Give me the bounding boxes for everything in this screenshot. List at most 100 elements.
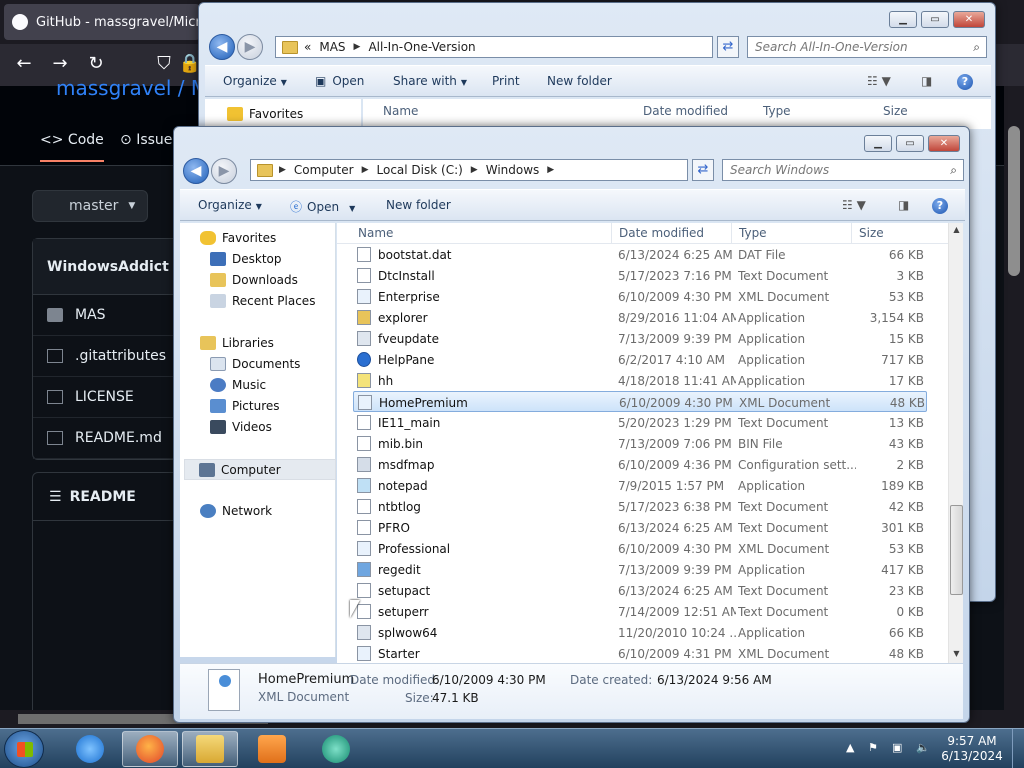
file-row[interactable]: msdfmap 6/10/2009 4:36 PM Configuration se… [353,454,927,475]
file-row[interactable]: bootstat.dat 6/13/2024 6:25 AM DAT File 66 … [353,244,927,265]
repo-file-row[interactable]: MAS [33,295,191,336]
tab-code[interactable]: <> Code [40,132,104,162]
scrollbar-thumb[interactable] [1008,126,1020,276]
nav-recent-places[interactable]: Recent Places [210,294,315,308]
taskbar-media-player[interactable] [244,731,300,767]
help-icon[interactable]: ? [932,198,948,214]
breadcrumb-separator-icon[interactable]: ▶ [354,42,361,52]
file-row[interactable]: setuperr 7/14/2009 12:51 AM Text Document 0… [353,601,927,622]
taskbar-internet-explorer[interactable] [62,731,118,767]
breadcrumb-mas[interactable]: MAS [319,40,345,54]
tab-issues[interactable]: ⊙ Issue [120,132,172,148]
maximize-button[interactable]: ▭ [896,135,924,152]
taskbar-windows-explorer[interactable] [182,731,238,767]
open-button[interactable]: ▣ Open [315,74,364,88]
file-row[interactable]: PFRO 6/13/2024 6:25 AM Text Document 301 KB [353,517,927,538]
file-row[interactable]: Professional 6/10/2009 4:30 PM XML Documen… [353,538,927,559]
breadcrumb-separator-icon[interactable]: ▶ [547,165,554,175]
browser-tab[interactable]: GitHub - massgravel/Microsoft [4,4,200,40]
nav-libraries[interactable]: Libraries [200,336,274,350]
column-header-name[interactable]: Name [358,226,393,240]
file-list-vertical-scrollbar[interactable]: ▲ ▼ [948,223,963,663]
column-header-type[interactable]: Type [739,226,767,240]
view-options-icon[interactable]: ☷ ▼ [842,198,866,212]
branch-selector[interactable]: master ▼ [32,190,148,222]
show-desktop-button[interactable] [1012,729,1024,768]
maximize-button[interactable]: ▭ [921,11,949,28]
column-divider[interactable] [731,223,732,244]
repo-file-row[interactable]: README.md [33,418,191,459]
column-header-date-modified[interactable]: Date modified [619,226,704,240]
breadcrumb-separator-icon[interactable]: ▶ [362,165,369,175]
taskbar-app[interactable] [308,731,364,767]
back-arrow-icon[interactable]: ← [12,52,36,76]
search-input[interactable]: Search Windows ⌕ [722,159,964,181]
forward-button[interactable]: ▶ [211,158,237,184]
share-with-button[interactable]: Share with ▼ [393,74,467,88]
start-button[interactable] [4,730,44,768]
repo-file-row[interactable]: .gitattributes [33,336,191,377]
minimize-button[interactable]: ▁ [864,135,892,152]
file-row[interactable]: splwow64 11/20/2010 10:24 ... Application 6… [353,622,927,643]
file-row[interactable]: DtcInstall 5/17/2023 7:16 PM Text Document… [353,265,927,286]
file-row[interactable]: explorer 8/29/2016 11:04 AM Application 3,1… [353,307,927,328]
volume-muted-icon[interactable]: 🔈 [916,741,930,754]
file-row[interactable]: Enterprise 6/10/2009 4:30 PM XML Document 5… [353,286,927,307]
column-divider[interactable] [851,223,852,244]
breadcrumb-computer[interactable]: Computer [294,163,354,177]
scroll-up-icon[interactable]: ▲ [949,225,964,234]
repo-file-row[interactable]: LICENSE [33,377,191,418]
new-folder-button[interactable]: New folder [386,198,451,212]
column-header-name[interactable]: Name [383,104,418,118]
file-row[interactable]: mib.bin 7/13/2009 7:06 PM BIN File 43 KB [353,433,927,454]
search-icon[interactable]: ⌕ [950,163,957,178]
column-header-date-modified[interactable]: Date modified [643,104,728,118]
organize-button[interactable]: Organize ▼ [223,74,287,88]
address-bar[interactable]: « MAS ▶ All-In-One-Version [275,36,713,58]
print-button[interactable]: Print [492,74,520,88]
breadcrumb-local-disk[interactable]: Local Disk (C:) [377,163,463,177]
search-input[interactable]: Search All-In-One-Version ⌕ [747,36,987,58]
column-divider[interactable] [611,223,612,244]
file-row[interactable]: notepad 7/9/2015 1:57 PM Application 189 KB [353,475,927,496]
file-row[interactable]: setupact 6/13/2024 6:25 AM Text Document 23… [353,580,927,601]
file-row[interactable]: Starter 6/10/2009 4:31 PM XML Document 48 K… [353,643,927,664]
close-button[interactable]: ✕ [928,135,960,152]
file-row[interactable]: IE11_main 5/20/2023 1:29 PM Text Document 1… [353,412,927,433]
readme-tab[interactable]: ☰ README [33,473,191,521]
nav-favorites[interactable]: Favorites [200,231,276,245]
nav-videos[interactable]: Videos [210,420,272,434]
system-clock[interactable]: 9:57 AM 6/13/2024 [938,734,1006,764]
close-button[interactable]: ✕ [953,11,985,28]
view-options-icon[interactable]: ☷ ▼ [867,74,891,88]
reload-icon[interactable]: ↻ [84,52,108,76]
search-icon[interactable]: ⌕ [973,40,980,55]
address-bar[interactable]: ▶ Computer ▶ Local Disk (C:) ▶ Windows ▶ [250,159,688,181]
show-hidden-icons-icon[interactable]: ▲ [846,741,854,754]
nav-music[interactable]: Music [210,378,266,392]
nav-downloads[interactable]: Downloads [210,273,298,287]
preview-pane-icon[interactable]: ◨ [921,74,932,88]
shield-icon[interactable]: ⛉ [152,52,176,76]
back-button[interactable]: ◀ [209,34,235,60]
column-header-size[interactable]: Size [859,226,884,240]
breadcrumb-overflow[interactable]: « [304,40,311,54]
back-button[interactable]: ◀ [183,158,209,184]
refresh-button[interactable]: ⇄ [692,159,714,181]
file-row[interactable]: fveupdate 7/13/2009 9:39 PM Application 15 … [353,328,927,349]
nav-favorites[interactable]: Favorites [227,107,303,121]
nav-pictures[interactable]: Pictures [210,399,280,413]
file-row[interactable]: hh 4/18/2018 11:41 AM Application 17 KB [353,370,927,391]
breadcrumb-all-in-one[interactable]: All-In-One-Version [368,40,475,54]
browser-vertical-scrollbar[interactable] [1004,86,1024,710]
file-row[interactable]: HomePremium 6/10/2009 4:30 PM XML Document… [353,391,927,412]
minimize-button[interactable]: ▁ [889,11,917,28]
refresh-button[interactable]: ⇄ [717,36,739,58]
breadcrumb-separator-icon[interactable]: ▶ [471,165,478,175]
breadcrumb-separator-icon[interactable]: ▶ [279,165,286,175]
organize-button[interactable]: Organize ▼ [198,198,262,212]
action-center-flag-icon[interactable]: ⚑ [868,741,878,754]
network-tray-icon[interactable]: ▣ [892,741,902,754]
preview-pane-icon[interactable]: ◨ [898,198,909,212]
forward-button[interactable]: ▶ [237,34,263,60]
